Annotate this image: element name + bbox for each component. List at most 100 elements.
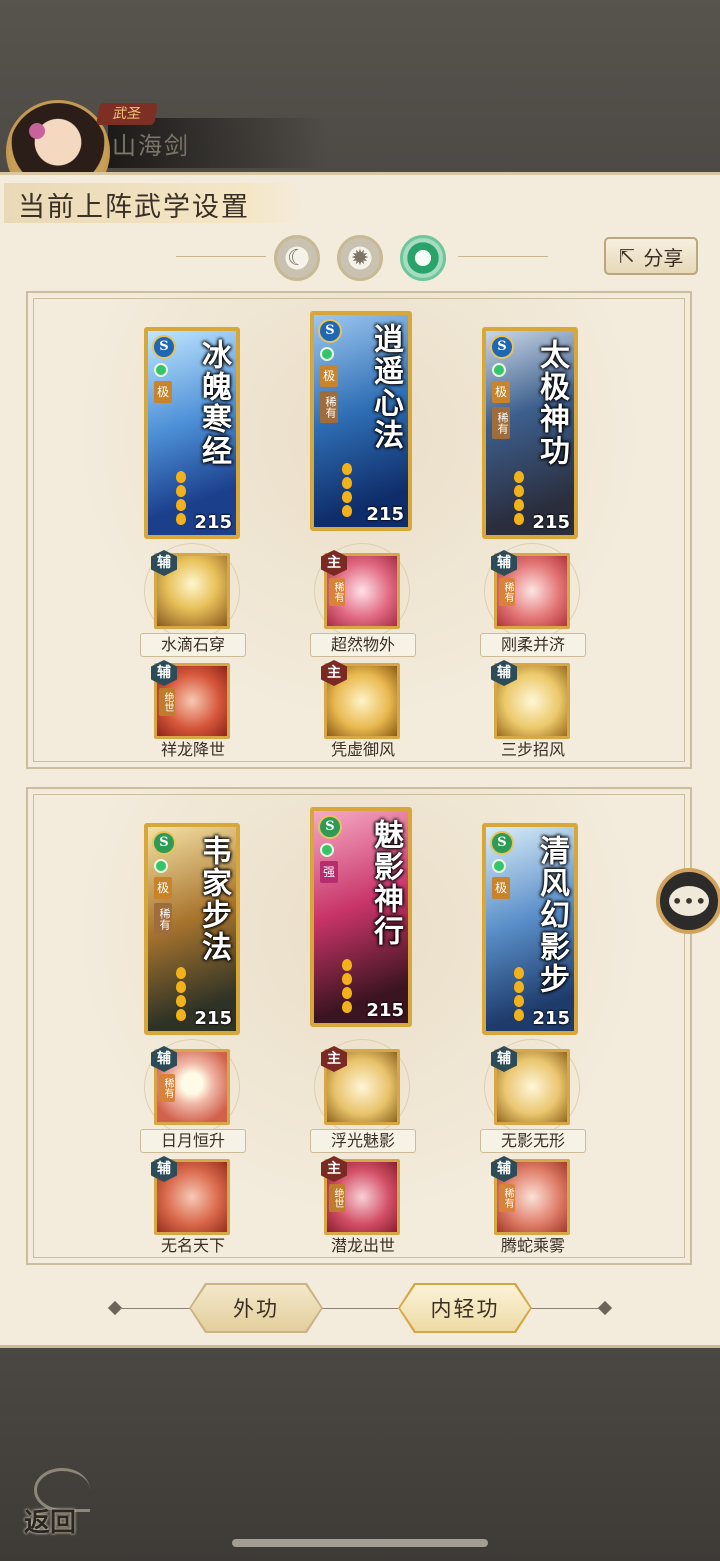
card-level: 215 [194,512,232,533]
tier-tag: 极 [492,877,510,899]
tab-internal[interactable]: 内轻功 [400,1285,530,1331]
card-title: 逍遥心法 [368,323,403,451]
card-title: 魅影神行 [368,819,403,947]
skill-label: 水滴石穿 [140,633,246,657]
school-icon: S [152,335,176,359]
skill-label: 无影无形 [480,1129,586,1153]
skill-label: 浮光魅影 [310,1129,416,1153]
tier-tag: 强 [320,861,338,883]
jade-mode-icon[interactable] [400,235,446,281]
player-name: 山海剑 [112,132,190,160]
tier-tag: 极 [492,381,510,403]
card-title: 韦家步法 [196,835,231,963]
rarity-tag: 绝世 [159,688,175,716]
ring-icon [320,843,334,857]
back-label: 返回 [24,1508,77,1538]
rarity-tag: 稀有 [492,407,510,439]
divider-right [458,256,548,257]
star-dots [492,469,532,527]
diamond-ornament-right [597,1300,613,1316]
flower-icon [29,123,45,139]
card-title: 冰魄寒经 [196,339,231,467]
player-title-badge: 武圣 [96,103,158,125]
moon-mode-icon[interactable]: ☾ [274,235,320,281]
ring-icon [492,363,506,377]
rarity-tag: 稀有 [320,391,338,423]
skill-icon-nameless[interactable]: 辅 [151,1156,230,1235]
skill-label: 潜龙出世 [330,1236,395,1255]
panel-title: 当前上阵武学设置 [18,192,250,223]
back-button[interactable]: 返回 [18,1468,98,1538]
share-label: 分享 [643,245,684,270]
school-icon: S [490,335,514,359]
tier-tag: 极 [154,877,172,899]
skill-icon-hidden-dragon[interactable]: 主 绝世 [321,1156,400,1235]
skill-label: 祥龙降世 [160,740,225,759]
school-icon: S [318,815,342,839]
skill-label: 日月恒升 [140,1129,246,1153]
card-level: 215 [532,512,570,533]
skill-card-3[interactable]: S 极 稀有 太极神功 215 [482,327,578,539]
skill-label: 三步招风 [500,740,565,759]
card-level: 215 [366,1000,404,1021]
share-button[interactable]: ⇱ 分享 [604,237,698,275]
skill-icon-water-drop[interactable]: 辅 [151,550,230,629]
skill-label: 无名天下 [160,1236,225,1255]
sun-icon: ✹ [350,245,370,271]
skill-card-4[interactable]: S 极 稀有 韦家步法 215 [144,823,240,1035]
tab-line-center [322,1308,398,1309]
loadout-group-1: S 极 冰魄寒经 215 S 极 稀有 逍遥心法 215 S 极 稀有 太极神功 [26,291,692,769]
skill-icon-transcend[interactable]: 主 稀有 [321,550,400,629]
ring-icon [320,347,334,361]
moon-icon: ☾ [287,245,307,271]
tier-tag: 极 [320,365,338,387]
card-level: 215 [194,1008,232,1029]
skill-card-2[interactable]: S 极 稀有 逍遥心法 215 [310,311,412,531]
sun-mode-icon[interactable]: ✹ [337,235,383,281]
skill-icon-dragon[interactable]: 辅 绝世 [151,660,230,739]
skill-label: 刚柔并济 [480,633,586,657]
tab-line-left [120,1308,190,1309]
star-dots [320,957,360,1015]
rarity-tag: 稀有 [499,578,515,606]
star-dots [320,461,360,519]
ring-icon [154,363,168,377]
skill-label: 凭虚御风 [330,740,395,759]
skill-label: 腾蛇乘雾 [500,1236,565,1255]
card-title: 太极神功 [534,339,569,467]
star-dots [492,965,532,1023]
star-dots [154,965,194,1023]
rarity-tag: 稀有 [159,1074,175,1102]
chat-button[interactable]: ••• [656,868,720,934]
skill-icon-phantom[interactable]: 主 [321,1046,400,1125]
loadout-group-2: S 极 稀有 韦家步法 215 S 强 魅影神行 215 S 极 清风幻影步 2… [26,787,692,1265]
card-level: 215 [532,1008,570,1029]
skill-icon-firm-soft[interactable]: 辅 稀有 [491,550,570,629]
skill-card-6[interactable]: S 极 清风幻影步 215 [482,823,578,1035]
skill-label: 超然物外 [310,633,416,657]
divider-left [176,256,266,257]
skill-icon-shadowless[interactable]: 辅 [491,1046,570,1125]
share-icon: ⇱ [618,244,636,268]
skill-card-1[interactable]: S 极 冰魄寒经 215 [144,327,240,539]
tier-tag: 极 [154,381,172,403]
skill-icon-three-steps[interactable]: 辅 [491,660,570,739]
card-title: 清风幻影步 [534,835,569,995]
home-indicator[interactable] [232,1539,488,1547]
card-level: 215 [366,504,404,525]
skill-icon-wind[interactable]: 主 [321,660,400,739]
martial-arts-panel: 当前上阵武学设置 ☾ ✹ ⇱ 分享 S 极 冰魄寒经 215 S 极 稀有 逍遥… [0,172,720,1348]
skill-icon-sun-moon[interactable]: 辅 稀有 [151,1046,230,1125]
school-icon: S [490,831,514,855]
school-icon: S [152,831,176,855]
rarity-tag: 稀有 [329,578,345,606]
tab-external[interactable]: 外功 [191,1285,321,1331]
tab-line-right [530,1308,600,1309]
skill-icon-soaring-serpent[interactable]: 辅 稀有 [491,1156,570,1235]
skill-card-5[interactable]: S 强 魅影神行 215 [310,807,412,1027]
ring-icon [492,859,506,873]
chat-icon: ••• [669,886,709,916]
rarity-tag: 稀有 [154,903,172,935]
bottom-background [0,1345,720,1561]
ring-icon [154,859,168,873]
